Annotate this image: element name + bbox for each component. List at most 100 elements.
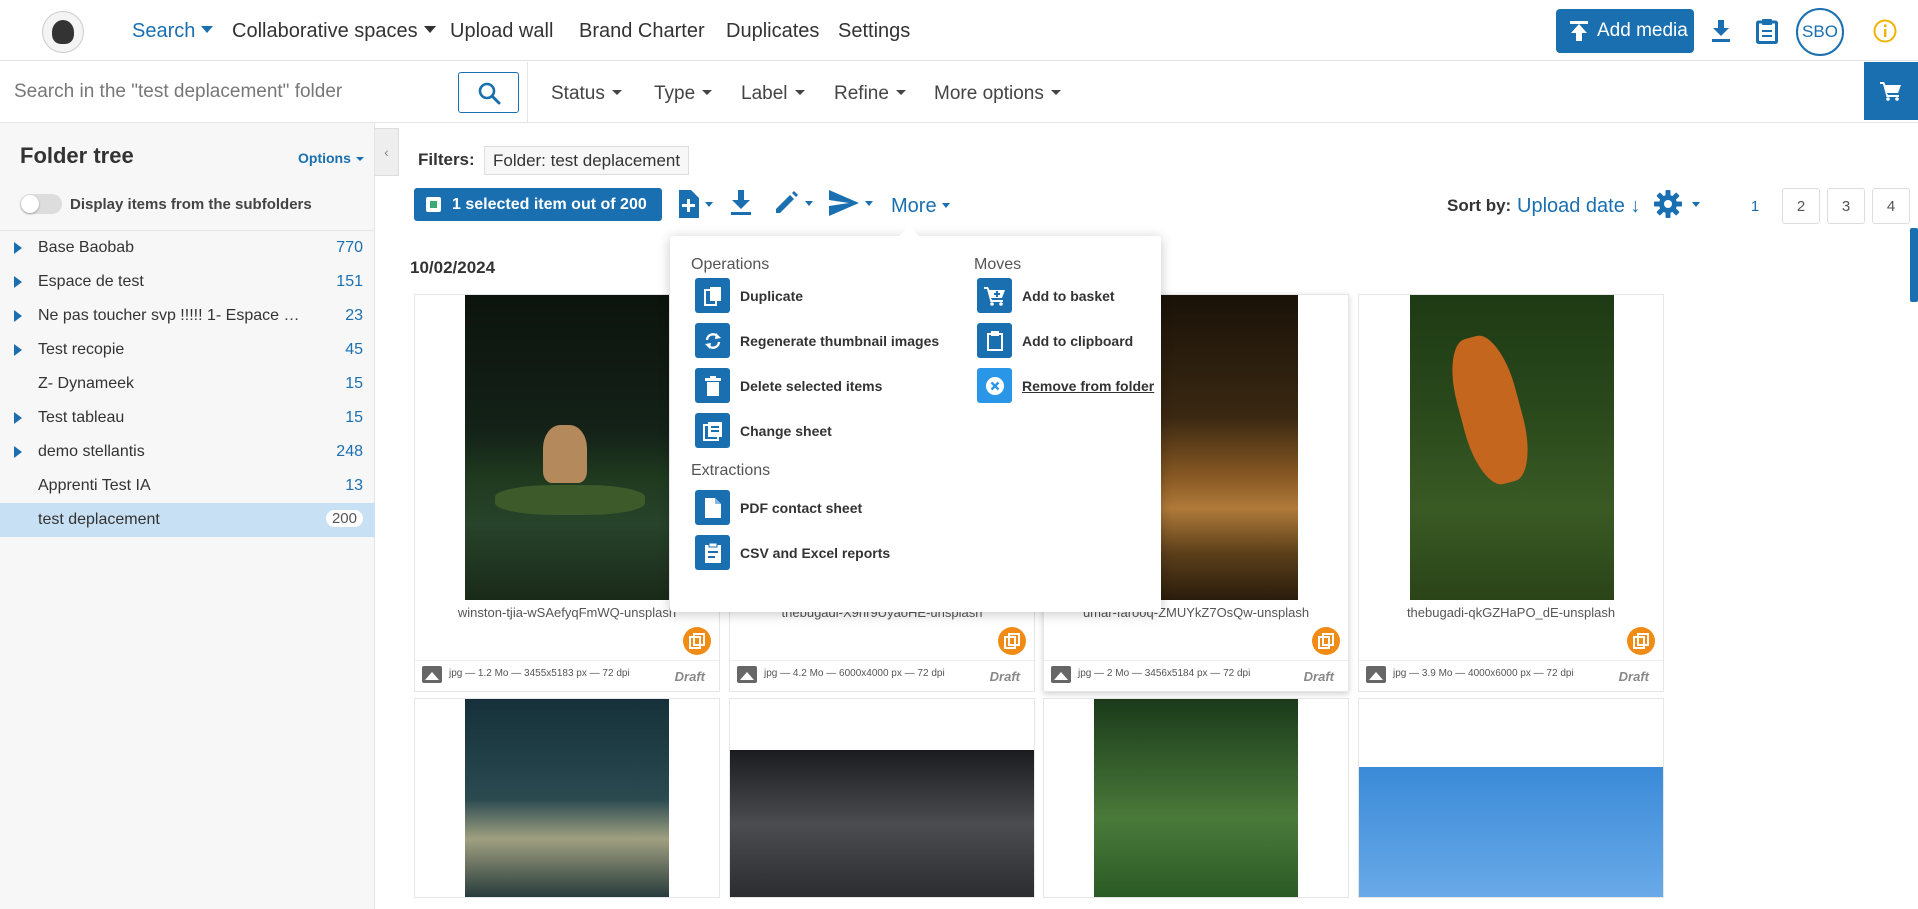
media-thumbnail[interactable] (1359, 767, 1663, 897)
nav-brand-charter[interactable]: Brand Charter (579, 20, 705, 43)
add-media-button[interactable]: Add media (1556, 9, 1694, 53)
media-card[interactable] (729, 698, 1035, 898)
filter-status-label: Status (551, 83, 605, 104)
filter-type[interactable]: Type (654, 83, 713, 105)
media-filename: thebugadi-qkGZHaPO_dE-unsplash (1406, 605, 1616, 620)
folder-count: 15 (345, 375, 363, 392)
filter-refine[interactable]: Refine (834, 83, 906, 105)
media-thumbnail[interactable] (465, 699, 669, 897)
user-avatar[interactable]: SBO (1796, 8, 1844, 56)
edit-button[interactable] (773, 190, 813, 216)
media-card[interactable]: thebugadi-qkGZHaPO_dE-unsplash jpg — 3.9… (1358, 294, 1664, 692)
menu-item-regenerate-thumbnails[interactable]: Regenerate thumbnail images (695, 323, 939, 358)
filter-label[interactable]: Label (741, 83, 805, 105)
chevron-down-icon (794, 90, 805, 95)
menu-item-add-to-clipboard[interactable]: Add to clipboard (977, 323, 1133, 358)
menu-item-remove-from-folder[interactable]: Remove from folder (977, 368, 1154, 403)
folder-item[interactable]: Z- Dynameek 15 (0, 367, 375, 401)
info-icon[interactable] (1873, 19, 1897, 43)
folder-item[interactable]: Apprenti Test IA 13 (0, 469, 375, 503)
folder-count: 45 (345, 341, 363, 358)
expand-arrow-icon[interactable] (14, 242, 22, 254)
media-thumbnail[interactable] (730, 750, 1034, 897)
menu-item-change-sheet[interactable]: Change sheet (695, 413, 832, 448)
media-card[interactable] (1043, 698, 1349, 898)
copy-badge-icon[interactable] (683, 627, 711, 655)
folder-sidebar: Folder tree Options Display items from t… (0, 123, 375, 909)
filter-more-options[interactable]: More options (934, 83, 1061, 105)
download-selection-button[interactable] (730, 190, 752, 216)
clipboard-icon[interactable] (1756, 18, 1778, 44)
folder-item[interactable]: Test recopie 45 (0, 333, 375, 367)
folder-filter-chip[interactable]: Folder: test deplacement (484, 146, 690, 175)
expand-arrow-icon[interactable] (14, 344, 22, 356)
nav-duplicates[interactable]: Duplicates (726, 20, 819, 43)
folder-item-selected[interactable]: test deplacement 200 (0, 503, 375, 537)
copy-badge-icon[interactable] (1627, 627, 1655, 655)
media-meta: jpg — 3.9 Mo — 4000x6000 px — 72 dpi (1393, 668, 1574, 679)
search-button[interactable] (458, 72, 519, 113)
refresh-icon (695, 323, 730, 358)
copy-badge-icon[interactable] (1312, 627, 1340, 655)
send-button[interactable] (829, 190, 873, 216)
selection-button[interactable]: 1 selected item out of 200 (414, 188, 662, 221)
media-meta: jpg — 2 Mo — 3456x5184 px — 72 dpi (1078, 668, 1251, 679)
pencil-icon (776, 191, 798, 213)
nav-settings[interactable]: Settings (838, 20, 910, 43)
status-label: Draft (1618, 669, 1649, 684)
menu-item-delete[interactable]: Delete selected items (695, 368, 882, 403)
chevron-down-icon (1050, 90, 1061, 95)
menu-item-add-to-basket[interactable]: Add to basket (977, 278, 1115, 313)
search-input[interactable] (0, 62, 455, 122)
expand-arrow-icon[interactable] (14, 412, 22, 424)
media-thumbnail[interactable] (1094, 699, 1298, 897)
card-divider (730, 660, 1034, 661)
page-2[interactable]: 2 (1782, 188, 1820, 224)
folder-name: Base Baobab (38, 239, 135, 256)
nav-search[interactable]: Search (132, 20, 214, 43)
page-1[interactable]: 1 (1736, 188, 1774, 224)
expand-arrow-icon[interactable] (14, 446, 22, 458)
sort-select[interactable]: Upload date ↓ (1517, 195, 1640, 218)
page-4[interactable]: 4 (1872, 188, 1910, 224)
scrollbar-thumb[interactable] (1910, 228, 1918, 302)
chevron-down-icon (941, 203, 950, 208)
clipboard-icon (977, 323, 1012, 358)
media-card[interactable] (414, 698, 720, 898)
expand-arrow-icon[interactable] (14, 310, 22, 322)
menu-item-csv-excel-reports[interactable]: CSV and Excel reports (695, 535, 890, 570)
expand-arrow-icon[interactable] (14, 276, 22, 288)
folder-item[interactable]: Ne pas toucher svp !!!!! 1- Espace R... 2… (0, 299, 375, 333)
download-icon[interactable] (1711, 20, 1731, 42)
media-meta: jpg — 4.2 Mo — 6000x4000 px — 72 dpi (764, 668, 945, 679)
folder-item[interactable]: Base Baobab 770 (0, 231, 375, 265)
collapse-sidebar-button[interactable]: ‹ (375, 128, 399, 176)
copy-badge-icon[interactable] (998, 627, 1026, 655)
folder-options-button[interactable]: Options (298, 150, 364, 166)
chevron-down-icon (805, 200, 813, 206)
brand-logo[interactable] (42, 11, 84, 53)
add-sheet-button[interactable] (677, 190, 713, 218)
nav-collaborative-spaces[interactable]: Collaborative spaces (232, 20, 436, 43)
send-icon (829, 190, 859, 216)
nav-upload-wall[interactable]: Upload wall (450, 20, 553, 43)
folder-item[interactable]: demo stellantis 248 (0, 435, 375, 469)
media-card[interactable] (1358, 698, 1664, 898)
subfolders-toggle[interactable] (20, 194, 62, 214)
sheet-icon (695, 413, 730, 448)
folder-item[interactable]: Test tableau 15 (0, 401, 375, 435)
more-button[interactable]: More (891, 195, 950, 218)
filter-status[interactable]: Status (551, 83, 622, 105)
media-thumbnail[interactable] (1410, 295, 1614, 600)
trash-icon (695, 368, 730, 403)
basket-button[interactable] (1864, 62, 1918, 120)
media-thumbnail[interactable] (465, 295, 669, 600)
menu-item-pdf-contact-sheet[interactable]: PDF contact sheet (695, 490, 862, 525)
menu-item-duplicate[interactable]: Duplicate (695, 278, 803, 313)
folder-item[interactable]: Espace de test 151 (0, 265, 375, 299)
folder-name: Test tableau (38, 409, 125, 426)
image-type-icon (1051, 666, 1071, 683)
page-3[interactable]: 3 (1827, 188, 1865, 224)
card-divider (1044, 660, 1348, 661)
display-settings-button[interactable] (1654, 190, 1700, 218)
